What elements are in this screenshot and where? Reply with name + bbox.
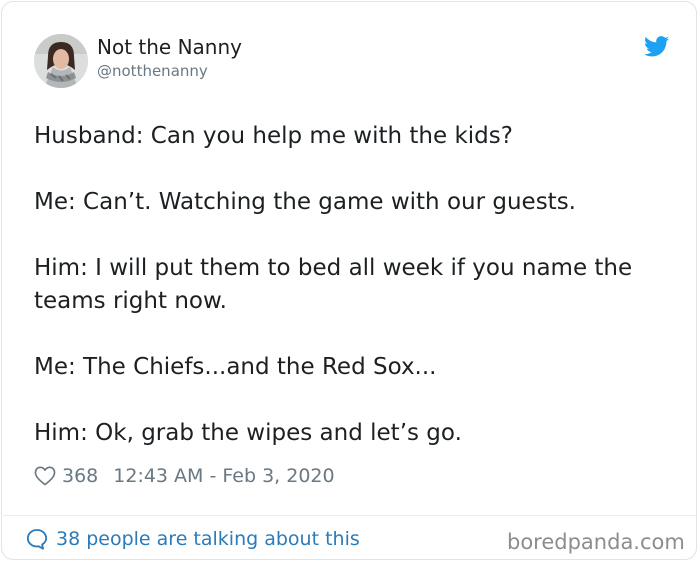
tweet-timestamp[interactable]: 12:43 AM - Feb 3, 2020 xyxy=(113,465,334,487)
tweet-meta: 368 12:43 AM - Feb 3, 2020 xyxy=(34,464,335,488)
footer-divider xyxy=(3,515,697,516)
author-name[interactable]: Not the Nanny xyxy=(97,35,242,59)
profile-photo-icon xyxy=(34,34,88,88)
tweet-line: Him: I will put them to bed all week if … xyxy=(34,255,633,314)
author-handle[interactable]: @notthenanny xyxy=(97,62,208,80)
heart-outline-icon[interactable] xyxy=(34,466,56,486)
tweet-line: Husband: Can you help me with the kids? xyxy=(34,123,513,149)
tweet-card: Not the Nanny @notthenanny Husband: Can … xyxy=(1,1,697,560)
avatar[interactable] xyxy=(34,34,88,88)
twitter-bird-icon[interactable] xyxy=(644,36,669,57)
conversation-link[interactable]: 38 people are talking about this xyxy=(26,528,360,550)
speech-bubble-icon xyxy=(26,529,48,550)
tweet-line: Me: The Chiefs...and the Red Sox... xyxy=(34,354,437,380)
like-count[interactable]: 368 xyxy=(62,465,98,487)
conversation-link-label: 38 people are talking about this xyxy=(56,528,360,550)
tweet-text: Husband: Can you help me with the kids? … xyxy=(34,120,674,483)
watermark: boredpanda.com xyxy=(507,530,685,554)
tweet-line: Me: Can’t. Watching the game with our gu… xyxy=(34,189,576,215)
tweet-line: Him: Ok, grab the wipes and let’s go. xyxy=(34,420,462,446)
